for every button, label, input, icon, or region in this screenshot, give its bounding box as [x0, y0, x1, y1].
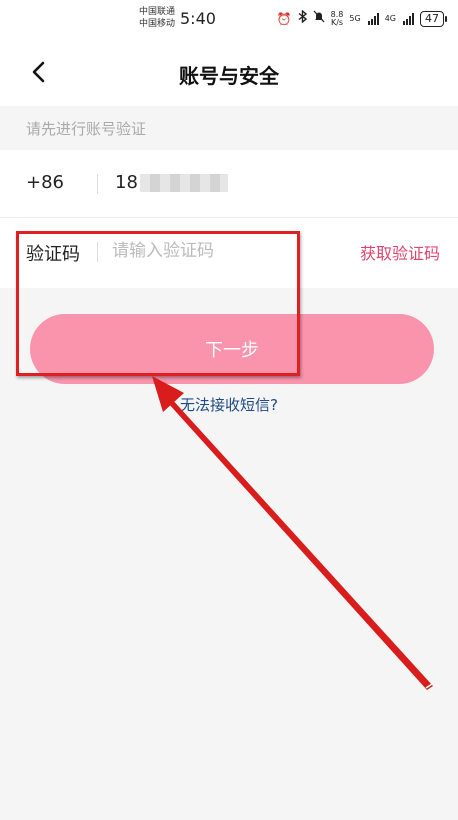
divider — [97, 174, 98, 194]
annotation-highlight-box — [16, 231, 300, 376]
carrier-1: 中国联通 — [139, 7, 176, 17]
network-speed: 8.8 K/s — [330, 10, 344, 27]
country-code: +86 — [26, 172, 64, 193]
status-bar: 中国联通 中国移动 5:40 ⏰ 8.8 K/s 5G 4G 47 — [0, 0, 458, 40]
carrier-2: 中国移动 — [139, 19, 176, 29]
signal-icon — [367, 12, 379, 25]
signal-icon-2 — [403, 12, 414, 25]
cannot-receive-sms-link[interactable]: 无法接收短信? — [0, 394, 458, 415]
network-type-2: 4G — [384, 14, 396, 23]
phone-number-mask — [140, 174, 228, 192]
verification-hint-row: 请先进行账号验证 — [0, 106, 458, 150]
alarm-icon: ⏰ — [276, 11, 292, 26]
get-code-button[interactable]: 获取验证码 — [360, 240, 440, 264]
carrier-names: 中国联通 中国移动 — [139, 6, 175, 30]
network-type-1: 5G — [349, 14, 361, 23]
verification-hint: 请先进行账号验证 — [26, 120, 147, 138]
phone-row: +86 18 — [0, 150, 458, 218]
status-icons: ⏰ 8.8 K/s 5G 4G 47 — [276, 9, 447, 27]
bluetooth-icon — [298, 9, 307, 27]
battery-level: 47 — [425, 11, 439, 25]
page-content: 请先进行账号验证 +86 18 验证码 获取验证码 下一步 无法接收短信? — [0, 106, 458, 820]
page-header: 账号与安全 — [0, 40, 458, 106]
battery-icon: 47 — [420, 10, 447, 27]
mute-icon — [313, 10, 325, 27]
phone-number: 18 — [115, 172, 138, 193]
page-title: 账号与安全 — [179, 64, 279, 88]
speed-unit: K/s — [330, 17, 344, 27]
status-time: 5:40 — [180, 9, 216, 28]
